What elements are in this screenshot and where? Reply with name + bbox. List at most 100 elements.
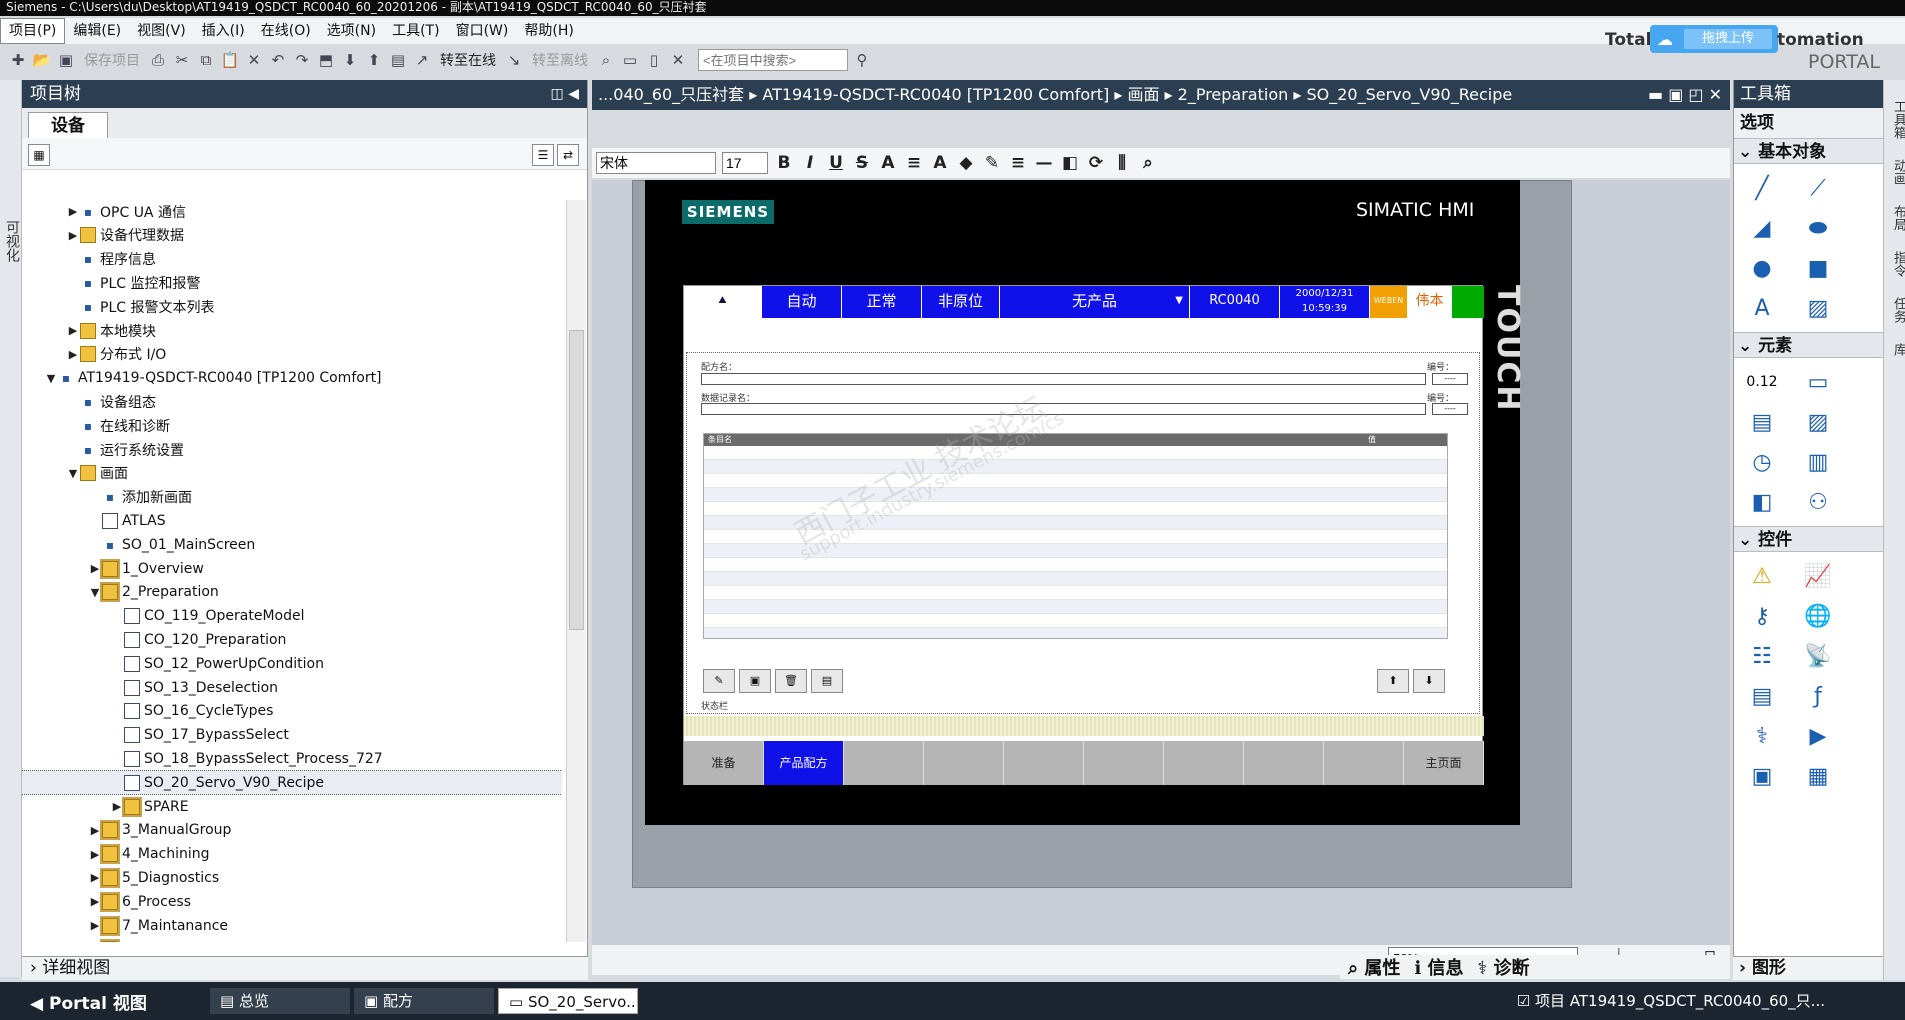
- tree-item[interactable]: ▶ 5_Diagnostics: [22, 866, 562, 889]
- download-icon[interactable]: ⬇: [340, 50, 360, 70]
- menu-item[interactable]: 帮助(H): [516, 19, 581, 43]
- printer-view-icon[interactable]: ▤: [1744, 680, 1780, 712]
- tree-item[interactable]: ▶ 7_Maintanance: [22, 914, 562, 937]
- scroll-thumb[interactable]: [569, 330, 584, 630]
- tree-item[interactable]: CO_120_Preparation: [22, 628, 562, 651]
- html-browser-icon[interactable]: 🌐: [1800, 600, 1836, 632]
- underline-icon[interactable]: U: [826, 153, 846, 173]
- bold-icon[interactable]: B: [774, 153, 794, 173]
- hmi-nav-button[interactable]: [844, 741, 924, 785]
- menu-item[interactable]: 项目(P): [0, 18, 66, 44]
- line-style-icon[interactable]: ≡: [1008, 153, 1028, 173]
- tree-item[interactable]: ▼ 画面: [22, 462, 562, 485]
- read-from-plc-button[interactable]: ⬇: [1413, 669, 1445, 693]
- split-horizontal-icon[interactable]: ▭: [620, 50, 640, 70]
- line-width-icon[interactable]: —: [1034, 153, 1054, 173]
- switch-icon[interactable]: ◧: [1744, 486, 1780, 518]
- tree-options-icon[interactable]: ▦: [28, 144, 50, 166]
- italic-icon[interactable]: I: [800, 153, 820, 173]
- rectangle-icon[interactable]: ■: [1800, 252, 1836, 284]
- expand-arrow-icon[interactable]: ▼: [44, 372, 58, 385]
- basic-objects-section[interactable]: ⌄ 基本对象: [1734, 138, 1883, 164]
- date-time-icon[interactable]: ◷: [1744, 446, 1780, 478]
- expand-arrow-icon[interactable]: ▼: [66, 467, 80, 480]
- table-row[interactable]: [704, 628, 1447, 638]
- go-offline-button[interactable]: 转至离线: [528, 50, 592, 70]
- tree-scrollbar[interactable]: [566, 200, 586, 942]
- controls-section[interactable]: ⌄ 控件: [1734, 526, 1883, 552]
- sm-icon[interactable]: 📡: [1800, 640, 1836, 672]
- hmi-nav-button[interactable]: [1084, 741, 1164, 785]
- menu-item[interactable]: 插入(I): [194, 19, 253, 43]
- graphic-view-icon[interactable]: ▨: [1800, 292, 1836, 324]
- media-player-icon[interactable]: ▶: [1800, 720, 1836, 752]
- menu-item[interactable]: 在线(O): [253, 19, 319, 43]
- hmi-nav-button[interactable]: 准备: [684, 741, 764, 785]
- recipe-view-icon[interactable]: ☷: [1744, 640, 1780, 672]
- right-side-tab[interactable]: 库: [1887, 343, 1905, 356]
- compile-icon[interactable]: ⬒: [316, 50, 336, 70]
- expand-arrow-icon[interactable]: ▶: [88, 895, 102, 908]
- go-online-icon[interactable]: ↗: [412, 50, 432, 70]
- table-row[interactable]: [704, 586, 1447, 600]
- tree-item[interactable]: ▶ ▪ OPC UA 通信: [22, 200, 562, 223]
- copy-icon[interactable]: ⧉: [196, 50, 216, 70]
- tree-item[interactable]: SO_20_Servo_V90_Recipe: [22, 770, 562, 796]
- delete-icon[interactable]: ✕: [244, 50, 264, 70]
- trend-view-icon[interactable]: 📈: [1800, 560, 1836, 592]
- portal-view-button[interactable]: ◀ Portal 视图: [0, 989, 210, 1014]
- new-record-button[interactable]: ✎: [703, 669, 735, 693]
- line-color-icon[interactable]: ✎: [982, 153, 1002, 173]
- tree-item[interactable]: ▪ PLC 报警文本列表: [22, 295, 562, 318]
- hmi-nav-button[interactable]: [1324, 741, 1404, 785]
- tree-item[interactable]: ▪ SO_01_MainScreen: [22, 533, 562, 556]
- tree-item[interactable]: SO_17_BypassSelect: [22, 724, 562, 747]
- menu-item[interactable]: 编辑(E): [65, 19, 129, 43]
- table-row[interactable]: [704, 474, 1447, 488]
- info-tab[interactable]: ℹ 信息: [1414, 954, 1463, 980]
- project-search-input[interactable]: [698, 49, 848, 71]
- expand-arrow-icon[interactable]: ▶: [66, 324, 80, 337]
- paste-icon[interactable]: 📋: [220, 50, 240, 70]
- right-side-tab[interactable]: 任务: [1887, 297, 1905, 323]
- new-project-icon[interactable]: ✚: [8, 50, 28, 70]
- go-offline-icon[interactable]: ↘: [504, 50, 524, 70]
- expand-arrow-icon[interactable]: ▶: [110, 800, 124, 813]
- task-screen[interactable]: ▭ SO_20_Servo...: [498, 988, 638, 1014]
- pdf-view-icon[interactable]: ▣: [1744, 760, 1780, 792]
- alarm-view-icon[interactable]: ⚠: [1744, 560, 1780, 592]
- tree-item[interactable]: ▪ 在线和诊断: [22, 414, 562, 437]
- fill-color-icon[interactable]: ◆: [956, 153, 976, 173]
- expand-arrow-icon[interactable]: ▶: [66, 229, 80, 242]
- line-icon[interactable]: ╱: [1744, 172, 1780, 204]
- text-field-icon[interactable]: A: [1744, 292, 1780, 324]
- hmi-screen[interactable]: ⛰ 自动 正常 非原位 无产品 ▼ RC0040 2000/12/31 10:59:…: [683, 285, 1484, 785]
- open-project-icon[interactable]: 📂: [32, 50, 52, 70]
- hmi-nav-button[interactable]: 主页面: [1404, 741, 1484, 785]
- tree-item[interactable]: ▶ 1_Overview: [22, 557, 562, 580]
- tree-item[interactable]: ▶ SPARE: [22, 795, 562, 818]
- expand-arrow-icon[interactable]: ▶: [66, 348, 80, 361]
- left-vertical-tab[interactable]: 可视化: [0, 80, 22, 977]
- tree-item[interactable]: ▪ 运行系统设置: [22, 438, 562, 461]
- simulate-icon[interactable]: ▤: [388, 50, 408, 70]
- recipe-name-combo[interactable]: [701, 373, 1426, 385]
- diagnostics-view-icon[interactable]: ⚕: [1744, 720, 1780, 752]
- menu-item[interactable]: 工具(T): [384, 19, 447, 43]
- right-side-tab[interactable]: 布局: [1887, 205, 1905, 231]
- expand-arrow-icon[interactable]: ▼: [88, 586, 102, 599]
- elements-section[interactable]: ⌄ 元素: [1734, 332, 1883, 358]
- hmi-nav-button[interactable]: 产品配方: [764, 741, 844, 785]
- tree-item[interactable]: ▪ PLC 监控和报警: [22, 271, 562, 294]
- tree-item[interactable]: ▶ 本地模块: [22, 319, 562, 342]
- save-project-button[interactable]: 保存项目: [80, 50, 144, 70]
- fx-view-icon[interactable]: ƒ: [1800, 680, 1836, 712]
- right-side-tab[interactable]: 动画: [1887, 159, 1905, 185]
- polygon-icon[interactable]: ◢: [1744, 212, 1780, 244]
- circle-icon[interactable]: ●: [1744, 252, 1780, 284]
- cloud-upload-button[interactable]: ☁ 拖拽上传: [1650, 25, 1778, 53]
- expand-arrow-icon[interactable]: ▶: [88, 919, 102, 932]
- tree-item[interactable]: ▪ 设备组态: [22, 390, 562, 413]
- hmi-nav-button[interactable]: [1164, 741, 1244, 785]
- redo-icon[interactable]: ↷: [292, 50, 312, 70]
